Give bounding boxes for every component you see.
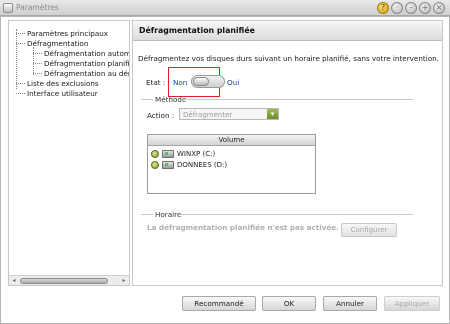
close-button[interactable]: × <box>433 2 445 14</box>
apply-button[interactable]: Appliquer <box>384 296 440 311</box>
tree-connector <box>16 29 17 89</box>
minimize-button[interactable]: – <box>405 2 417 14</box>
scroll-thumb[interactable] <box>20 278 108 284</box>
methode-section-label: Méthode <box>155 95 187 104</box>
tree-item-defrag-demarrage[interactable]: Défragmentation au dém <box>44 69 129 78</box>
state-toggle-switch[interactable] <box>191 75 225 88</box>
switch-on-label[interactable]: Oui <box>227 78 239 87</box>
horaire-message: La défragmentation planifiée n'est pas a… <box>147 223 339 232</box>
maximize-button[interactable]: + <box>419 2 431 14</box>
settings-panel: Défragmentation planifiée Défragmentez v… <box>132 20 443 286</box>
action-label: Action : <box>147 111 175 120</box>
volume-column-header[interactable]: Volume <box>148 135 315 146</box>
tree-connector <box>33 63 42 64</box>
dots-icon: · <box>395 3 399 12</box>
check-icon[interactable] <box>151 150 159 158</box>
recommended-button[interactable]: Recommandé <box>182 296 256 311</box>
tree-horizontal-scrollbar[interactable]: ◂ ▸ <box>9 275 129 285</box>
action-dropdown[interactable]: Défragmenter ▾ <box>179 108 279 120</box>
scroll-left-icon[interactable]: ◂ <box>10 277 18 285</box>
tree-connector <box>16 43 25 44</box>
switch-knob[interactable] <box>193 77 209 86</box>
ok-button[interactable]: OK <box>262 296 316 311</box>
scroll-right-icon[interactable]: ▸ <box>120 277 128 285</box>
tree-connector <box>16 93 25 94</box>
tree-connector <box>16 33 25 34</box>
panel-title: Défragmentation planifiée <box>139 26 255 35</box>
tree-item-defragmentation[interactable]: Défragmentation <box>27 39 88 48</box>
window-title: Paramètres <box>16 3 59 12</box>
app-icon <box>3 3 13 13</box>
horaire-divider-left <box>141 214 153 215</box>
settings-button[interactable]: · <box>391 2 403 14</box>
settings-tree: Paramètres principaux Défragmentation Dé… <box>8 20 130 286</box>
configure-button[interactable]: Configurer <box>341 223 397 237</box>
horaire-divider <box>179 214 413 215</box>
switch-off-label[interactable]: Non <box>173 78 187 87</box>
check-icon[interactable] <box>151 161 159 169</box>
cancel-button[interactable]: Annuler <box>323 296 377 311</box>
volume-list: Volume WINXP (C:) DONNEES (D:) <box>147 134 316 194</box>
tree-connector <box>33 47 34 75</box>
maximize-icon: + <box>421 3 429 12</box>
minimize-icon: – <box>409 3 413 12</box>
tree-connector <box>33 53 42 54</box>
hard-drive-icon <box>162 161 174 169</box>
tree-connector <box>33 73 42 74</box>
hard-drive-icon <box>162 150 174 158</box>
action-dropdown-value: Défragmenter <box>183 111 233 119</box>
close-icon: × <box>435 3 443 12</box>
volume-name: DONNEES (D:) <box>177 161 228 169</box>
help-button[interactable]: ? <box>377 2 389 14</box>
tree-item-liste-exclusions[interactable]: Liste des exclusions <box>27 79 99 88</box>
tree-item-defrag-automatique[interactable]: Défragmentation automa <box>44 49 129 58</box>
methode-divider <box>183 99 413 100</box>
title-bar: Paramètres ? · – + × <box>0 0 450 16</box>
tree-item-interface-utilisateur[interactable]: Interface utilisateur <box>27 89 98 98</box>
tree-item-defrag-planifiee[interactable]: Défragmentation planifiée <box>44 59 129 68</box>
methode-divider-left <box>141 99 153 100</box>
panel-header: Défragmentation planifiée <box>133 21 442 41</box>
tree-connector <box>16 83 25 84</box>
volume-name: WINXP (C:) <box>177 150 216 158</box>
panel-description: Défragmentez vos disques durs suivant un… <box>138 54 439 63</box>
horaire-section-label: Horaire <box>155 210 182 219</box>
state-label: Etat : <box>146 78 166 87</box>
tree-item-parametres-principaux[interactable]: Paramètres principaux <box>27 29 108 38</box>
help-icon: ? <box>380 3 386 12</box>
chevron-down-icon[interactable]: ▾ <box>267 109 278 119</box>
